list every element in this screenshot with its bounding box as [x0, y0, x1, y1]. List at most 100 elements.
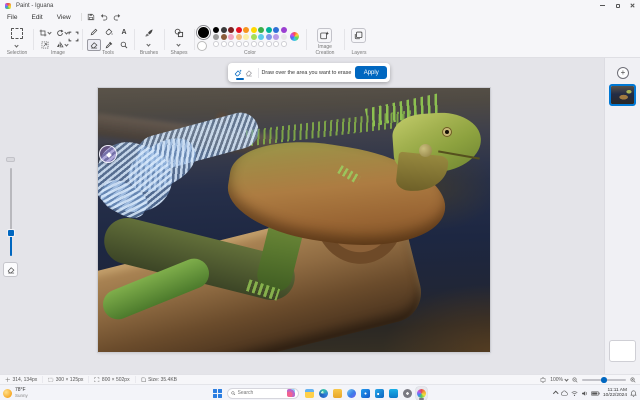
layer-thumbnail-selected[interactable] [609, 84, 636, 106]
palette-swatch[interactable] [258, 27, 264, 33]
zoom-dropdown-chevron-icon [564, 377, 569, 382]
zoom-slider[interactable] [582, 376, 626, 383]
add-erase-area-button[interactable] [233, 66, 244, 80]
palette-swatch[interactable] [273, 34, 279, 40]
menu-edit[interactable]: Edit [24, 14, 49, 21]
close-button[interactable] [625, 0, 640, 11]
palette-empty-slot[interactable] [265, 41, 272, 47]
cursor-position-status: 314, 134px [0, 376, 44, 383]
brushes-button[interactable] [144, 28, 154, 38]
palette-swatch[interactable] [265, 27, 272, 33]
pencil-tool-button[interactable] [87, 26, 101, 38]
select-all-button[interactable] [68, 31, 79, 42]
weather-widget[interactable]: 78°F Sunny [3, 386, 28, 400]
search-input[interactable] [237, 389, 278, 397]
search-highlight-image[interactable] [287, 389, 295, 397]
notification-bell-icon[interactable] [630, 390, 637, 397]
palette-swatch[interactable] [243, 34, 249, 40]
save-button[interactable] [85, 12, 98, 22]
palette-swatch[interactable] [280, 34, 287, 40]
tray-chevron-up-icon[interactable] [553, 391, 559, 397]
store-icon[interactable] [388, 387, 399, 400]
apply-button[interactable]: Apply [355, 66, 388, 79]
outlook-icon[interactable] [374, 387, 385, 400]
layers-button[interactable] [351, 28, 366, 43]
palette-empty-slot[interactable] [258, 41, 264, 47]
taskbar-search[interactable] [227, 387, 299, 399]
palette-swatch[interactable] [228, 27, 234, 33]
fill-tool-button[interactable] [102, 26, 116, 38]
palette-empty-slot[interactable] [273, 41, 279, 47]
palette-empty-slot[interactable] [243, 41, 249, 47]
start-button[interactable] [213, 388, 222, 398]
palette-swatch[interactable] [265, 34, 272, 40]
palette-empty-slot[interactable] [235, 41, 242, 47]
palette-swatch[interactable] [273, 27, 279, 33]
brushes-group-label: Brushes [139, 50, 159, 56]
palette-swatch[interactable] [243, 27, 249, 33]
fit-to-screen-icon[interactable] [540, 376, 546, 383]
palette-swatch[interactable] [280, 27, 287, 33]
zoom-level-dropdown[interactable]: 100% [550, 377, 569, 383]
file-explorer-icon[interactable] [304, 387, 315, 400]
palette-swatch[interactable] [250, 34, 257, 40]
undo-button[interactable] [98, 12, 111, 22]
palette-empty-slot[interactable] [250, 41, 257, 47]
zoom-out-icon[interactable] [572, 377, 578, 383]
crop-button[interactable] [37, 27, 53, 38]
wifi-icon[interactable] [571, 390, 578, 397]
zoom-in-icon[interactable] [630, 377, 636, 383]
image-creation-button[interactable] [317, 28, 332, 43]
undo-icon [100, 13, 108, 21]
text-tool-button[interactable]: A [117, 26, 131, 38]
background-layer-thumbnail[interactable] [609, 340, 636, 362]
layers-group: Layers [346, 24, 372, 57]
palette-swatch[interactable] [228, 34, 234, 40]
copilot-icon[interactable] [346, 387, 357, 400]
brushes-dropdown-chevron-icon[interactable] [146, 42, 151, 47]
maximize-button[interactable] [610, 0, 625, 11]
folder-icon[interactable] [332, 387, 343, 400]
redo-button[interactable] [111, 12, 124, 22]
shapes-button[interactable] [174, 28, 184, 38]
edge-icon[interactable] [318, 387, 329, 400]
palette-empty-slot[interactable] [213, 41, 219, 47]
palette-empty-slot[interactable] [280, 41, 287, 47]
palette-swatch[interactable] [235, 27, 242, 33]
taskbar-clock[interactable]: 11:11 AM 10/22/2024 [603, 388, 627, 399]
paint-icon[interactable] [416, 386, 427, 400]
add-layer-button[interactable]: + [617, 67, 629, 79]
erase-instruction-text: Draw over the area you want to erase [261, 69, 352, 76]
selection-dropdown-chevron-icon[interactable] [14, 43, 19, 48]
selection-tool-button[interactable] [11, 28, 23, 39]
palette-swatch[interactable] [213, 27, 219, 33]
primary-color-swatch[interactable] [198, 27, 209, 38]
shapes-dropdown-chevron-icon[interactable] [176, 42, 181, 47]
onedrive-cloud-icon[interactable] [560, 390, 568, 397]
size-slider-thumb[interactable] [7, 229, 15, 237]
edit-colors-button[interactable] [290, 32, 299, 41]
palette-swatch[interactable] [258, 34, 264, 40]
shapes-icon [174, 28, 184, 38]
eraser-size-button[interactable] [3, 262, 18, 277]
palette-swatch[interactable] [220, 27, 227, 33]
volume-icon[interactable] [581, 390, 588, 397]
palette-swatch[interactable] [220, 34, 227, 40]
minimize-button[interactable] [595, 0, 610, 11]
palette-swatch[interactable] [235, 34, 242, 40]
resize-button[interactable] [37, 39, 53, 50]
palette-empty-slot[interactable] [220, 41, 227, 47]
magnifier-icon [120, 41, 128, 49]
title-bar: Paint - Iguana [0, 0, 640, 11]
palette-empty-slot[interactable] [228, 41, 234, 47]
palette-swatch[interactable] [213, 34, 219, 40]
selection-size-status: 300 × 125px [43, 376, 90, 383]
battery-icon[interactable] [591, 390, 600, 397]
settings-icon[interactable] [402, 387, 413, 400]
palette-swatch[interactable] [250, 27, 257, 33]
photos-icon[interactable] [360, 387, 371, 400]
menu-file[interactable]: File [0, 14, 24, 21]
menu-view[interactable]: View [50, 14, 78, 21]
remove-erase-area-button[interactable] [244, 66, 255, 80]
canvas-image[interactable] [98, 88, 490, 352]
